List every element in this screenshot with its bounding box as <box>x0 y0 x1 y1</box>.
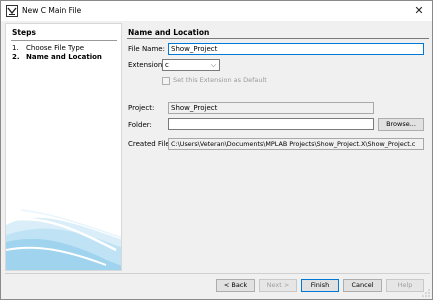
cancel-button[interactable]: Cancel <box>343 279 382 292</box>
step-number: 2. <box>12 53 20 61</box>
next-button[interactable]: Next > <box>259 279 297 292</box>
steps-panel: Steps 1. Choose File Type 2. Name and Loca… <box>5 23 122 271</box>
step-item-choose-file-type: 1. Choose File Type <box>12 44 84 52</box>
extension-select[interactable]: c ⌵ <box>162 59 220 71</box>
finish-button[interactable]: Finish <box>301 279 339 292</box>
resize-grip-icon[interactable] <box>422 289 430 297</box>
decorative-wave-graphic <box>6 209 121 270</box>
project-label: Project: <box>128 104 155 112</box>
created-file-label: Created File: <box>128 140 172 148</box>
extension-value: c <box>165 61 169 69</box>
content-header: Name and Location <box>123 23 428 39</box>
default-extension-checkbox[interactable] <box>162 77 170 85</box>
project-field: Show_Project <box>168 102 374 114</box>
step-item-name-and-location: 2. Name and Location <box>12 53 102 61</box>
content-panel: Name and Location File Name: Show_Projec… <box>123 23 432 271</box>
extension-label: Extension: <box>128 61 165 69</box>
back-button[interactable]: < Back <box>216 279 255 292</box>
browse-button[interactable]: Browse... <box>378 118 424 131</box>
steps-title: Steps <box>12 28 36 37</box>
file-name-label: File Name: <box>128 45 165 53</box>
step-label: Name and Location <box>26 53 102 61</box>
chevron-down-icon: ⌵ <box>210 61 216 69</box>
file-name-input[interactable]: Show_Project <box>168 43 424 55</box>
footer-divider <box>5 273 430 274</box>
help-button[interactable]: Help <box>386 279 424 292</box>
page-title: Name and Location <box>128 28 210 37</box>
steps-divider <box>11 40 117 41</box>
dialog-window: New C Main File ✕ Steps 1. Choose File Ty… <box>0 0 433 300</box>
created-file-field: C:\Users\Veteran\Documents\MPLAB Project… <box>168 138 424 150</box>
default-extension-label: Set this Extension as Default <box>173 76 267 84</box>
header-divider <box>127 38 429 39</box>
folder-input[interactable] <box>168 118 374 130</box>
step-number: 1. <box>12 44 19 52</box>
window-title: New C Main File <box>22 6 82 15</box>
title-bar: New C Main File ✕ <box>1 1 432 21</box>
step-label: Choose File Type <box>26 44 85 52</box>
close-icon[interactable]: ✕ <box>412 4 426 18</box>
default-extension-checkbox-row[interactable]: Set this Extension as Default <box>162 76 362 86</box>
mplab-icon <box>6 5 18 17</box>
folder-label: Folder: <box>128 121 152 129</box>
